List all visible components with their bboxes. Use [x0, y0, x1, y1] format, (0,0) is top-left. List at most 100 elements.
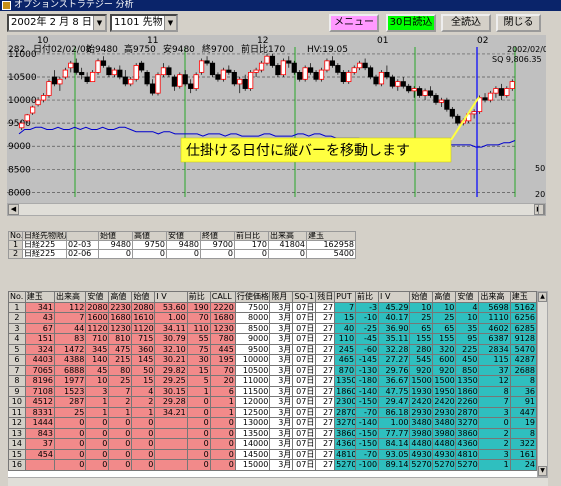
column-header[interactable]: I V — [154, 291, 188, 303]
table-cell: 27 — [315, 417, 336, 429]
column-header[interactable] — [66, 231, 99, 241]
hv-tick-label: 20 — [535, 190, 545, 199]
chart-horizontal-scrollbar[interactable]: ◀ ▶ — [7, 203, 546, 216]
grid-horizontal-scrollbar[interactable] — [8, 477, 548, 486]
column-header[interactable]: No. — [8, 231, 23, 241]
grid-vertical-scrollbar[interactable]: ▲ ▼ — [537, 291, 548, 477]
table-row[interactable]: 7 7065 6888 45 80 50 29.82 15 70 10500 3月 07日 27 870-… — [8, 364, 537, 376]
load-all-button[interactable]: 全読込 — [441, 14, 491, 32]
table-cell: 27 — [315, 459, 336, 471]
column-header[interactable]: 前比 — [355, 291, 380, 303]
table-cell: 07日 — [292, 459, 317, 471]
column-header[interactable]: 始値 — [131, 291, 156, 303]
table-cell: 0 — [131, 427, 156, 439]
chevron-down-icon[interactable]: ▼ — [93, 16, 105, 30]
scroll-up-icon[interactable]: ▲ — [538, 292, 547, 302]
column-header[interactable]: 建玉 — [24, 291, 55, 303]
menu-button[interactable]: メニュー — [329, 14, 379, 32]
table-cell: 225 — [455, 343, 480, 355]
table-row[interactable]: 5 324 1472 345 475 360 32.10 75 445 9500 3月 07日 27 24… — [8, 343, 537, 355]
table-cell: 6888 — [53, 364, 87, 376]
column-header[interactable]: 終値 — [200, 231, 235, 241]
symbol-combo[interactable]: 1101 先物 ▼ — [110, 14, 178, 32]
column-header[interactable]: 高値 — [132, 231, 167, 241]
table-row[interactable]: 9 7108 1523 3 7 4 30.15 1 6 11500 3月 07日 27 1860 -140 4… — [8, 385, 537, 397]
table-row[interactable]: 10 4512 287 1 2 2 29.28 0 1 12000 3月 07日 27 2300 -150 2… — [8, 396, 537, 408]
table-row[interactable]: 15 454 0 0 0 0 0 0 14500 3月 07日 27 4810 -70 93.05 4930 4… — [8, 448, 537, 460]
column-header[interactable]: 日経先物限月 — [22, 231, 67, 241]
table-cell: 2870 — [455, 406, 480, 418]
table-cell: 3月 — [269, 438, 294, 450]
table-cell: 47.75 — [378, 385, 411, 397]
table-row[interactable]: 1 341 112 2080 2230 2080 53.60 190 2220 7500 3月 07日… — [8, 301, 537, 313]
candle-body — [286, 60, 292, 64]
table-cell: 715 — [131, 333, 156, 345]
table-cell: 25 — [432, 312, 457, 324]
table-row[interactable]: 12 1444 0 0 0 0 0 0 13000 3月 07日 27 3270 -140 1.00 3480… — [8, 417, 537, 429]
scroll-thumb[interactable] — [538, 204, 544, 215]
price-chart[interactable]: 1100010500100009500900085008000101112010… — [7, 35, 546, 203]
table-cell: 450 — [455, 354, 480, 366]
column-header[interactable]: 始値 — [409, 291, 434, 303]
column-header[interactable]: 安値 — [166, 231, 201, 241]
column-header[interactable]: 安値 — [85, 291, 110, 303]
candle-body — [253, 69, 259, 73]
column-header[interactable]: 高値 — [108, 291, 133, 303]
table-cell: 0 — [209, 459, 236, 471]
table-cell: 12500 — [234, 406, 271, 418]
table-cell: 27 — [315, 333, 336, 345]
close-button[interactable]: 閉じる — [496, 14, 541, 32]
column-header[interactable]: No. — [8, 291, 26, 303]
candle-body — [89, 71, 96, 83]
column-header[interactable]: 始値 — [98, 231, 133, 241]
table-cell: 37 — [24, 438, 55, 450]
column-header[interactable]: 安値 — [455, 291, 480, 303]
load-30-days-button[interactable]: 30日読込 — [386, 14, 436, 32]
options-grid[interactable]: No. 建玉 出来高 安値 高値 始値 I V 前比 CALL 行使価格 限月 SQ-1 残日 PUT 前比… — [8, 291, 537, 477]
candle-body — [351, 67, 357, 73]
column-header[interactable]: 行使価格 — [234, 291, 271, 303]
column-header[interactable]: 限月 — [269, 291, 294, 303]
table-cell: 7108 — [24, 385, 55, 397]
candle-body — [248, 71, 254, 89]
table-cell: 34.21 — [154, 406, 188, 418]
column-header[interactable]: 残日 — [315, 291, 336, 303]
table-row[interactable]: 8 8196 1977 10 25 15 29.25 5 20 11000 3月 07日 27 1350-… — [8, 375, 537, 387]
column-header[interactable]: CALL — [209, 291, 236, 303]
chevron-down-icon[interactable]: ▼ — [164, 16, 176, 30]
table-cell: 870 — [334, 364, 357, 376]
table-row[interactable]: 6 4403 4388 140 215 145 30.21 30 195 10000 3月 07日 27… — [8, 354, 537, 366]
table-row[interactable]: 2 日経225 02-06 0 0 0 0 0 0 5400 — [8, 249, 356, 259]
table-cell: 27 — [315, 354, 336, 366]
column-header[interactable]: I V — [378, 291, 411, 303]
table-row[interactable]: 11 8331 25 1 1 1 34.21 0 1 12500 3月 07日 27 2870 -70 86.… — [8, 406, 537, 418]
candle-body — [335, 65, 341, 73]
column-header[interactable]: SQ-1 — [292, 291, 317, 303]
column-header[interactable]: 高値 — [432, 291, 457, 303]
column-header[interactable]: 建玉 — [306, 231, 356, 241]
table-cell: -150 — [355, 427, 380, 439]
table-row[interactable]: 3 67 44 1120 1230 1120 34.11 110 1230 8500 3月 07日 27… — [8, 322, 537, 334]
column-header[interactable]: 出来高 — [268, 231, 307, 241]
column-header[interactable]: 前日比 — [234, 231, 269, 241]
column-header[interactable]: 前比 — [186, 291, 211, 303]
table-row[interactable]: 4 151 83 710 810 715 30.79 55 780 9000 3月 07日 27 110-… — [8, 333, 537, 345]
candle-body — [95, 60, 101, 73]
table-row[interactable]: 2 43 7 1600 1680 1610 1.00 70 1680 8000 3月 07日 27 15-… — [8, 312, 537, 324]
column-header[interactable]: 出来高 — [478, 291, 511, 303]
table-row[interactable]: 14 37 0 0 0 0 0 0 14000 3月 07日 27 4360 -150 84.14 4480 4… — [8, 438, 537, 450]
table-cell: 445 — [209, 343, 236, 355]
scroll-down-icon[interactable]: ▼ — [538, 466, 547, 476]
table-cell: 10000 — [234, 354, 271, 366]
scroll-left-icon[interactable]: ◀ — [8, 204, 19, 215]
date-combo[interactable]: 2002年 2 月 8 日 ▼ — [7, 14, 107, 32]
table-row[interactable]: 16 0 0 0 0 0 0 15000 3月 07日 27 5270 -100 89.14 5270 527… — [8, 459, 537, 471]
column-header[interactable]: PUT — [334, 291, 357, 303]
table-cell: 2870 — [334, 406, 357, 418]
table-row[interactable]: 13 843 0 0 0 0 0 0 13500 3月 07日 27 3860 -150 77.77 3980… — [8, 427, 537, 439]
column-header[interactable]: 建玉 — [509, 291, 537, 303]
table-cell: 1444 — [24, 417, 55, 429]
table-row[interactable]: 1 日経225 02-03 9480 9750 9480 9700 170 41804 16295… — [8, 240, 356, 250]
table-cell: 110 — [334, 333, 357, 345]
column-header[interactable]: 出来高 — [53, 291, 87, 303]
